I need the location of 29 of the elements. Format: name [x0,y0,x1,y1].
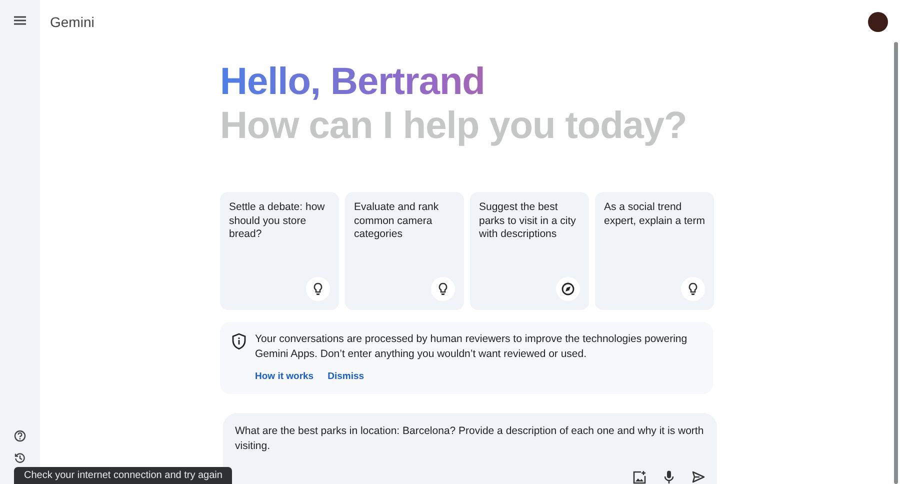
shield-icon [231,333,247,350]
microphone-icon[interactable] [664,470,674,484]
history-icon[interactable] [14,452,26,464]
help-icon[interactable] [14,430,26,442]
greeting-subtitle: How can I help you today? [220,104,688,148]
notice-text: Your conversations are processed by human reviewers to improve the technologies powering Gemini Apps. Don’t enter anything you wouldn’t want reviewed or used. [255,332,688,361]
lightbulb-icon [431,277,455,301]
suggestion-card[interactable]: As a social trend expert, explain a term [595,192,714,310]
suggestion-card[interactable]: Evaluate and rank common camera categories [345,192,464,310]
prompt-text: What are the best parks in location: Barcelona? Provide a description of each one and why it is worth visiting. [235,424,705,453]
suggestion-card[interactable]: Settle a debate: how should you store bread? [220,192,339,310]
compass-icon [556,277,580,301]
lightbulb-icon [681,277,705,301]
suggestion-text: Settle a debate: how should you store bread? [229,201,326,242]
send-icon[interactable] [692,471,705,483]
menu-icon[interactable] [14,16,26,25]
suggestion-text: As a social trend expert, explain a term [604,201,706,228]
toast-message: Check your internet connection and try again [14,467,232,484]
scrollbar[interactable] [894,42,898,484]
suggestion-text: Suggest the best parks to visit in a city with descriptions [479,201,577,242]
prompt-input[interactable]: What are the best parks in location: Barcelona? Provide a description of each one and why it is worth visiting. [223,413,717,484]
notice-link[interactable]: How it works [255,371,314,382]
notice-link[interactable]: Dismiss [328,371,364,382]
app-title: Gemini [50,14,94,30]
image-upload-icon[interactable] [633,470,646,484]
suggestion-card[interactable]: Suggest the best parks to visit in a city with descriptions [470,192,589,310]
lightbulb-icon [306,277,330,301]
suggestion-text: Evaluate and rank common camera categories [354,201,440,242]
avatar[interactable] [868,12,888,32]
